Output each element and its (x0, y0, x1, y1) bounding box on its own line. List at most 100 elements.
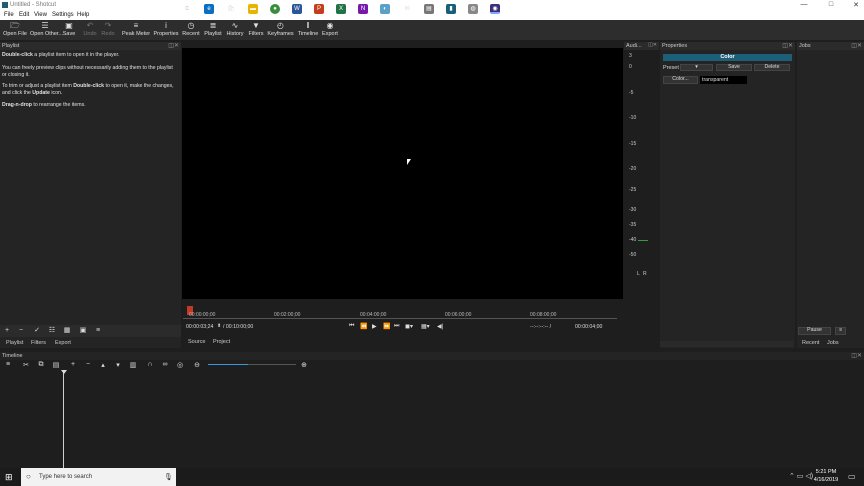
store-icon[interactable]: 🛍 (226, 4, 236, 14)
open-other-button[interactable]: ☰ Open Other... (30, 21, 63, 38)
menu-help[interactable]: Help (77, 12, 89, 18)
preset-delete-button[interactable]: Delete (754, 64, 790, 71)
app-icon[interactable]: ◉ (490, 4, 500, 14)
properties-scrollbar[interactable] (660, 341, 793, 347)
microphone-icon[interactable]: 🎙 (164, 473, 173, 481)
tiles-view-icon[interactable]: ▦ (61, 326, 73, 336)
color-picker-button[interactable]: Color... (663, 76, 698, 84)
playlist-button[interactable]: ≣ Playlist (203, 21, 223, 38)
close-button[interactable]: ✕ (849, 1, 863, 9)
tab-recent[interactable]: Recent (802, 340, 819, 346)
excel-icon[interactable]: X (336, 4, 346, 14)
app-icon[interactable]: ◍ (468, 4, 478, 14)
properties-button[interactable]: i Properties (153, 21, 179, 38)
peak-meter-button[interactable]: ≡ Peak Meter (122, 21, 150, 38)
pause-button[interactable]: Pause (798, 327, 831, 335)
tab-export[interactable]: Export (55, 340, 71, 346)
powerpoint-icon[interactable]: P (314, 4, 324, 14)
overwrite-icon[interactable]: ▾ (113, 361, 123, 369)
volume-icon[interactable]: ◀| (437, 323, 443, 330)
menu-view[interactable]: View (34, 12, 47, 18)
timeline-button[interactable]: ‖ Timeline (297, 21, 319, 38)
redo-button[interactable]: ↷ Redo (101, 21, 115, 38)
add-icon[interactable]: + (1, 326, 13, 336)
paste-icon[interactable]: ▤ (51, 361, 61, 369)
fast-forward-icon[interactable]: ⏩ (383, 323, 390, 330)
undo-button[interactable]: ↶ Undo (83, 21, 97, 38)
icons-view-icon[interactable]: ▣ (77, 326, 89, 336)
scrub-icon[interactable]: ∞ (160, 361, 170, 368)
play-icon[interactable]: ▶ (372, 323, 377, 330)
skip-previous-icon[interactable]: ⏮ (349, 323, 354, 330)
menu-edit[interactable]: Edit (19, 12, 29, 18)
toggle-zoom-icon[interactable]: ◼▾ (405, 323, 413, 330)
lift-icon[interactable]: ▴ (98, 361, 108, 369)
menu-file[interactable]: File (4, 12, 14, 18)
tray-icons[interactable]: ⌃ ▭ ◁) (789, 472, 813, 480)
preset-save-button[interactable]: Save (716, 64, 752, 71)
timeline-playhead[interactable] (63, 372, 64, 468)
panel-float-close-icon[interactable]: ◫✕ (648, 42, 657, 48)
maximize-button[interactable]: □ (824, 1, 838, 8)
duration-label: / 00:10:00;00 (223, 324, 254, 330)
ripple-icon[interactable]: ◎ (175, 361, 185, 369)
preset-label: Preset (663, 65, 679, 71)
grid-icon[interactable]: ▦▾ (421, 323, 430, 330)
recent-button[interactable]: ◷ Recent (181, 21, 201, 38)
mail-icon[interactable]: ✉ (402, 4, 412, 14)
skip-next-icon[interactable]: ⏭ (394, 323, 399, 330)
remove-icon[interactable]: − (15, 326, 27, 336)
shotcut-taskbar-icon[interactable]: ▮ (446, 4, 456, 14)
file-explorer-icon[interactable]: ▬ (248, 4, 258, 14)
tab-playlist[interactable]: Playlist (6, 340, 23, 346)
scrub-ruler[interactable]: 00:00:00;00 00:02:00;00 00:04:00;00 00:0… (183, 306, 617, 320)
details-view-icon[interactable]: ☷ (46, 326, 58, 336)
timecode-stepper-icon[interactable]: ⬍ (217, 323, 221, 329)
app-icon[interactable]: ◐ (380, 4, 390, 14)
preset-dropdown[interactable]: ▾ (680, 64, 713, 71)
notification-icon[interactable]: ▭ (848, 472, 856, 481)
tab-jobs[interactable]: Jobs (827, 340, 839, 346)
split-icon[interactable]: ▥ (128, 361, 138, 369)
timeline-menu-icon[interactable]: ≡ (3, 361, 13, 368)
playlist-menu-icon[interactable]: ≡ (92, 326, 104, 336)
copy-icon[interactable]: ⧉ (36, 361, 46, 369)
edge-icon[interactable]: e (204, 4, 214, 14)
export-button[interactable]: ◉ Export (320, 21, 340, 38)
panel-float-close-icon[interactable]: ◫✕ (851, 42, 862, 49)
jobs-menu-button[interactable]: ≡ (835, 327, 846, 335)
tab-filters[interactable]: Filters (31, 340, 46, 346)
minimize-button[interactable]: — (797, 1, 811, 8)
panel-float-close-icon[interactable]: ◫✕ (782, 42, 793, 49)
filters-button[interactable]: ▼ Filters (247, 21, 265, 38)
position-timecode[interactable]: 00:00:03;24 (186, 324, 213, 330)
word-icon[interactable]: W (292, 4, 302, 14)
panel-float-close-icon[interactable]: ◫✕ (168, 42, 179, 49)
snap-icon[interactable]: ∩ (145, 361, 155, 368)
ripple-delete-icon[interactable]: − (83, 361, 93, 368)
color-value-field[interactable]: transparent (700, 76, 747, 84)
append-icon[interactable]: + (68, 361, 78, 368)
update-check-icon[interactable]: ✓ (31, 326, 43, 336)
history-button[interactable]: ∿ History (225, 21, 245, 38)
panel-float-close-icon[interactable]: ◫✕ (851, 352, 862, 359)
video-viewer[interactable] (182, 48, 623, 299)
zoom-out-icon[interactable]: ⊖ (192, 361, 202, 369)
cut-icon[interactable]: ✂ (21, 361, 31, 369)
onenote-icon[interactable]: N (358, 4, 368, 14)
zoom-slider[interactable] (208, 364, 248, 365)
tab-project[interactable]: Project (213, 339, 230, 345)
taskbar-search-box[interactable]: ○ Type here to search 🎙 (21, 468, 176, 486)
zoom-in-icon[interactable]: ⊕ (299, 361, 309, 369)
menu-settings[interactable]: Settings (52, 12, 74, 18)
rewind-icon[interactable]: ⏪ (360, 323, 367, 330)
chrome-icon[interactable]: ● (270, 4, 280, 14)
task-view-icon[interactable]: ⧉ (182, 4, 192, 14)
open-file-button[interactable]: 🗁 Open File (3, 21, 27, 38)
tab-source[interactable]: Source (188, 339, 205, 345)
windows-start-icon[interactable]: ⊞ (5, 472, 13, 483)
app-icon[interactable]: ▤ (424, 4, 434, 14)
keyframes-button[interactable]: ◴ Keyframes (267, 21, 294, 38)
filter-icon: ▼ (252, 21, 260, 30)
save-button[interactable]: ▣ Save (62, 21, 76, 38)
